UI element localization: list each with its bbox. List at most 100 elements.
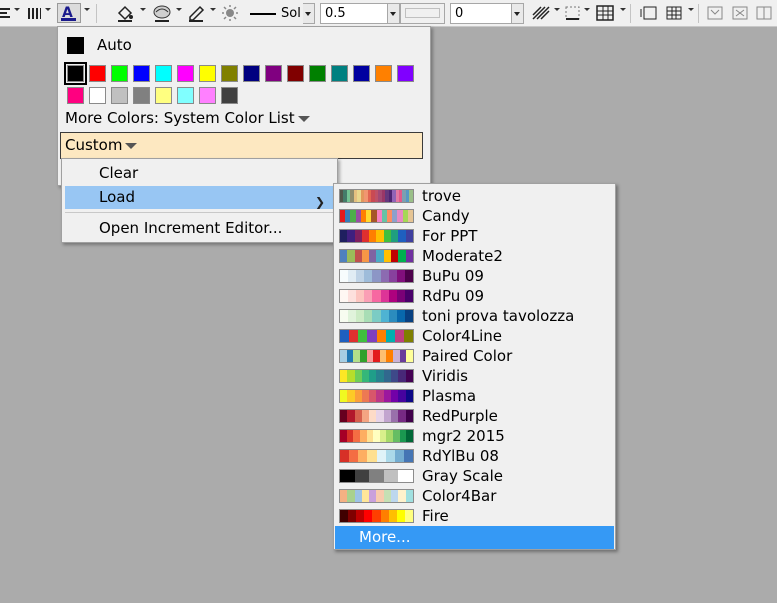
palette-preview-strip bbox=[339, 329, 414, 343]
palette-item[interactable]: Color4Line bbox=[334, 326, 615, 346]
palette-color bbox=[398, 410, 406, 422]
palette-item[interactable]: toni prova tavolozza bbox=[334, 306, 615, 326]
pattern-field[interactable] bbox=[400, 3, 445, 24]
color-swatch[interactable] bbox=[353, 65, 370, 82]
palette-item[interactable]: trove bbox=[334, 186, 615, 206]
brightness-icon[interactable] bbox=[221, 3, 239, 23]
color-swatch[interactable] bbox=[221, 87, 238, 104]
palette-color bbox=[383, 490, 392, 502]
lines-dropdown-arrow[interactable] bbox=[45, 8, 51, 11]
color-swatch[interactable] bbox=[331, 65, 348, 82]
color-swatch[interactable] bbox=[111, 87, 128, 104]
palette-item[interactable]: mgr2 2015 bbox=[334, 426, 615, 446]
pen-icon[interactable] bbox=[187, 3, 207, 23]
color-swatch[interactable] bbox=[64, 62, 87, 85]
hatch-dropdown-arrow[interactable] bbox=[554, 8, 560, 11]
line-style-dropdown-button[interactable] bbox=[303, 3, 315, 24]
pattern-icon[interactable] bbox=[153, 3, 173, 23]
distribute-icon[interactable] bbox=[755, 3, 775, 23]
color-swatch[interactable] bbox=[397, 65, 414, 82]
table-dropdown-arrow[interactable] bbox=[620, 8, 626, 11]
custom-palette-dropdown[interactable]: Custom bbox=[60, 132, 423, 159]
palette-color bbox=[391, 410, 399, 422]
palette-item[interactable]: For PPT bbox=[334, 226, 615, 246]
palette-item[interactable]: BuPu 09 bbox=[334, 266, 615, 286]
color-swatch[interactable] bbox=[89, 65, 106, 82]
color-swatch[interactable] bbox=[221, 65, 238, 82]
color-swatch[interactable] bbox=[67, 87, 84, 104]
color-swatch[interactable] bbox=[155, 87, 172, 104]
pen-dropdown-arrow[interactable] bbox=[210, 8, 216, 11]
palette-item[interactable]: Candy bbox=[334, 206, 615, 226]
palette-item[interactable]: Moderate2 bbox=[334, 246, 615, 266]
color-swatch[interactable] bbox=[265, 65, 282, 82]
align-dropdown-arrow[interactable] bbox=[14, 8, 20, 11]
color-swatch[interactable] bbox=[199, 87, 216, 104]
split-icon[interactable] bbox=[731, 3, 751, 23]
palette-item[interactable]: Color4Bar bbox=[334, 486, 615, 506]
color-swatch[interactable] bbox=[309, 65, 326, 82]
offset-dropdown-button[interactable] bbox=[512, 3, 524, 24]
palette-color bbox=[379, 430, 387, 442]
color-swatch[interactable] bbox=[287, 65, 304, 82]
color-swatch[interactable] bbox=[89, 87, 106, 104]
color-swatch[interactable] bbox=[133, 87, 150, 104]
palette-color bbox=[383, 410, 392, 422]
color-swatch[interactable] bbox=[111, 65, 128, 82]
palette-name: trove bbox=[422, 187, 462, 205]
color-swatch[interactable] bbox=[199, 65, 216, 82]
palette-color bbox=[404, 270, 413, 282]
frame-icon[interactable] bbox=[640, 3, 660, 23]
menu-item-more-palettes[interactable]: More... bbox=[335, 526, 614, 549]
color-swatch[interactable] bbox=[243, 65, 260, 82]
palette-item[interactable]: RdYlBu 08 bbox=[334, 446, 615, 466]
offset-input[interactable]: 0 bbox=[450, 3, 512, 24]
palette-item[interactable]: Gray Scale bbox=[334, 466, 615, 486]
hatch-icon[interactable] bbox=[531, 3, 551, 23]
color-swatch[interactable] bbox=[177, 87, 194, 104]
fill-bucket-icon[interactable] bbox=[116, 3, 134, 23]
palette-item[interactable]: RdPu 09 bbox=[334, 286, 615, 306]
palette-color bbox=[356, 310, 365, 322]
palette-preview-strip bbox=[339, 229, 414, 243]
palette-color bbox=[396, 510, 405, 522]
palette-color bbox=[373, 430, 380, 442]
palette-color bbox=[398, 490, 406, 502]
palette-color bbox=[369, 250, 377, 262]
palette-item[interactable]: Paired Color bbox=[334, 346, 615, 366]
merge-icon[interactable] bbox=[706, 3, 726, 23]
palette-color bbox=[354, 250, 362, 262]
palette-color bbox=[380, 510, 389, 522]
color-swatch[interactable] bbox=[133, 65, 150, 82]
grid-dropdown-arrow[interactable] bbox=[688, 8, 694, 11]
palette-item[interactable]: Viridis bbox=[334, 366, 615, 386]
table-grid-icon[interactable] bbox=[596, 3, 616, 23]
border-dropdown-arrow[interactable] bbox=[584, 8, 590, 11]
line-width-dropdown-button[interactable] bbox=[388, 3, 400, 24]
palette-color bbox=[340, 470, 355, 482]
font-color-button[interactable]: A bbox=[57, 3, 81, 23]
line-width-input[interactable]: 0.5 bbox=[320, 3, 388, 24]
align-left-icon[interactable] bbox=[0, 3, 12, 23]
border-icon[interactable] bbox=[564, 3, 582, 23]
menu-item-clear[interactable]: Clear bbox=[65, 162, 335, 185]
menu-item-load[interactable]: Load ❯ bbox=[65, 186, 335, 209]
palette-item[interactable]: Plasma bbox=[334, 386, 615, 406]
palette-item[interactable]: Fire bbox=[334, 506, 615, 526]
color-swatch[interactable] bbox=[155, 65, 172, 82]
fill-dropdown-arrow[interactable] bbox=[140, 8, 146, 11]
color-swatch[interactable] bbox=[177, 65, 194, 82]
pattern-dropdown-arrow[interactable] bbox=[176, 8, 182, 11]
pattern-preview bbox=[405, 8, 440, 18]
palette-color bbox=[358, 450, 368, 462]
more-colors-dropdown[interactable]: More Colors: System Color List bbox=[65, 109, 310, 127]
vertical-lines-icon[interactable] bbox=[27, 3, 43, 23]
line-style-field[interactable]: Sol bbox=[245, 3, 303, 24]
grid-icon[interactable] bbox=[665, 3, 685, 23]
palette-load-submenu: trove Candy For PPT Moderate2 BuPu 09 RdPu 09… bbox=[333, 183, 616, 550]
palette-item[interactable]: RedPurple bbox=[334, 406, 615, 426]
menu-separator bbox=[65, 212, 335, 213]
font-color-dropdown-arrow[interactable] bbox=[84, 8, 90, 11]
color-swatch[interactable] bbox=[375, 65, 392, 82]
menu-item-open-increment-editor[interactable]: Open Increment Editor... bbox=[65, 217, 335, 240]
